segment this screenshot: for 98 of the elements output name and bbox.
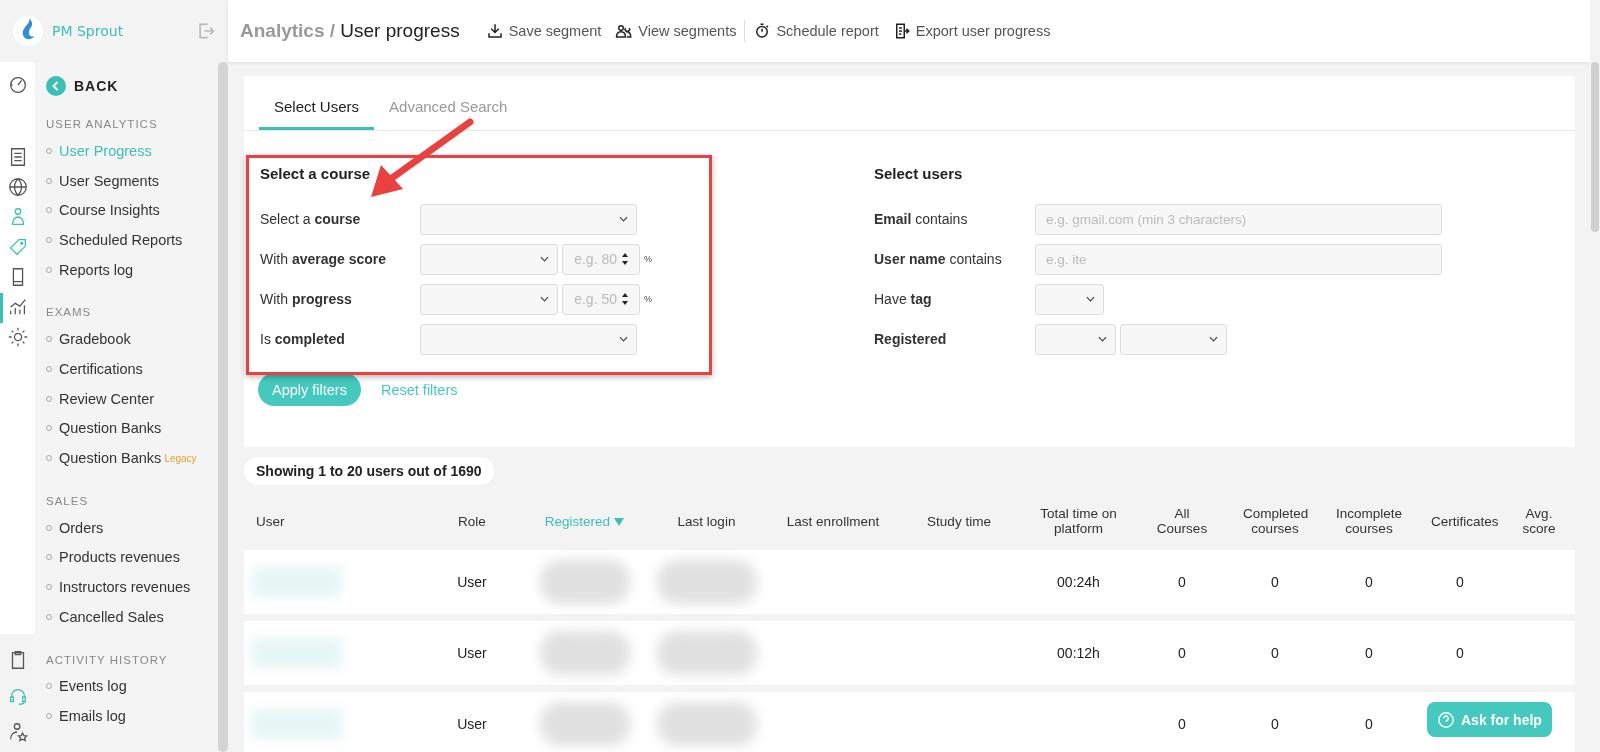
menu-item[interactable]: Gradebook [46, 324, 218, 355]
people-icon [615, 22, 634, 40]
unit-label: % [644, 294, 652, 304]
scrollbar-thumb[interactable] [1591, 62, 1599, 232]
menu-item[interactable]: Cancelled Sales [46, 601, 218, 632]
number-input[interactable]: e.g. 80 [567, 251, 617, 267]
table-cell: 0 [1271, 645, 1279, 661]
menu-item[interactable]: Orders [46, 512, 218, 543]
help-icon [1437, 710, 1455, 729]
table-cell: 0 [1178, 645, 1186, 661]
result-count: Showing 1 to 20 users out of 1690 [244, 457, 494, 485]
number-field[interactable]: e.g. 80 [562, 243, 640, 275]
menu-item[interactable]: Review Center [46, 383, 218, 414]
section-heading: EXAMS [46, 306, 93, 319]
chevron-down-icon [1098, 336, 1107, 342]
chevron-down-icon [1209, 336, 1218, 342]
column-header[interactable]: All Courses [1135, 507, 1229, 537]
table-cell: User [457, 574, 487, 590]
table-cell: 0 [1178, 716, 1186, 732]
menu-item[interactable]: Reports log [46, 254, 218, 285]
menu-item[interactable]: Products revenues [46, 542, 218, 573]
menu-item[interactable]: Question Banks [46, 413, 218, 444]
scrollbar-thumb[interactable] [218, 62, 228, 752]
text-field[interactable]: e.g. ite [1035, 243, 1442, 275]
field-label: Registered [874, 331, 948, 347]
back-link[interactable]: BACK [46, 76, 218, 96]
field-label: With progress [260, 291, 353, 307]
text-field[interactable]: e.g. gmail.com (min 3 characters) [1035, 203, 1442, 235]
dropdown[interactable] [1120, 323, 1227, 355]
toolbar-button[interactable]: View segments [615, 22, 737, 40]
tab[interactable]: Select Users [259, 98, 375, 130]
logout-icon[interactable] [196, 21, 216, 41]
dropdown[interactable] [1035, 323, 1116, 355]
unit-label: % [644, 254, 652, 264]
column-header[interactable]: Role [418, 514, 526, 530]
field-label: Email contains [874, 211, 969, 227]
spinner-arrows-icon[interactable] [621, 252, 629, 266]
dropdown[interactable] [420, 283, 558, 315]
column-header[interactable]: Completed courses [1229, 507, 1321, 537]
chevron-down-icon [540, 296, 549, 302]
field-label: Is completed [260, 331, 346, 347]
table-cell: 0 [1456, 645, 1464, 661]
menu-item[interactable]: User Segments [46, 165, 218, 196]
chevron-down-icon [619, 216, 628, 222]
field-label: Select a course [260, 211, 362, 227]
table-cell: 0 [1365, 645, 1373, 661]
menu-item[interactable]: Emails log [46, 701, 218, 731]
table-cell: 00:12h [1057, 645, 1100, 661]
column-header[interactable]: Total time on platform [1022, 507, 1135, 537]
download-icon [485, 22, 504, 40]
toolbar-button[interactable]: Schedule report [753, 22, 879, 40]
field-label: Have tag [874, 291, 933, 307]
table-row[interactable]: User 00:12h 0 0 0 0 [244, 621, 1575, 685]
dropdown[interactable] [420, 323, 637, 355]
section-title: Select users [874, 165, 964, 182]
table-cell: 00:24h [1057, 574, 1100, 590]
dropdown[interactable] [420, 203, 637, 235]
section-title: Select a course [260, 165, 372, 182]
chevron-down-icon [540, 256, 549, 262]
table-cell: 0 [1271, 574, 1279, 590]
field-label: With average score [260, 251, 388, 267]
chevron-down-icon [619, 336, 628, 342]
column-header[interactable]: Certificates [1417, 514, 1503, 530]
table-cell: User [457, 716, 487, 732]
menu-item[interactable]: Course Insights [46, 195, 218, 226]
spinner-arrows-icon[interactable] [621, 292, 629, 306]
column-header[interactable]: User [244, 514, 418, 530]
menu-item[interactable]: Instructors revenues [46, 572, 218, 602]
section-heading: SALES [46, 494, 90, 507]
menu-item[interactable]: Events log [46, 671, 218, 702]
dropdown[interactable] [420, 243, 558, 275]
table-cell: 0 [1365, 574, 1373, 590]
table-cell: 0 [1365, 716, 1373, 732]
column-header[interactable]: Last enrollment [770, 514, 896, 530]
number-input[interactable]: e.g. 50 [567, 291, 617, 307]
menu-item[interactable]: Question Banks Legacy [46, 443, 218, 473]
menu-item[interactable]: Certifications [46, 354, 218, 384]
number-field[interactable]: e.g. 50 [562, 283, 640, 315]
column-header[interactable]: Study time [896, 514, 1022, 530]
menu-item[interactable]: Scheduled Reports [46, 225, 218, 255]
field-label: User name contains [874, 251, 1003, 267]
column-header[interactable]: Incomplete courses [1321, 507, 1417, 537]
table-cell: User [457, 645, 487, 661]
table-cell: 0 [1178, 574, 1186, 590]
dropdown[interactable] [1035, 283, 1104, 315]
table-cell: 0 [1271, 716, 1279, 732]
sort-down-icon[interactable] [614, 517, 625, 526]
table-cell: 0 [1456, 574, 1464, 590]
column-header[interactable]: Last login [643, 514, 770, 530]
toolbar-button[interactable]: Save segment [485, 22, 602, 40]
section-heading: USER ANALYTICS [46, 118, 159, 130]
flame-logo-icon [12, 15, 44, 47]
toolbar-button[interactable]: Export user progress [892, 22, 1051, 40]
chevron-down-icon [1086, 296, 1095, 302]
table-row[interactable]: User 00:24h 0 0 0 0 [244, 550, 1575, 614]
page-title: User progress [340, 20, 460, 41]
section-heading: ACTIVITY HISTORY [46, 653, 169, 666]
column-header[interactable]: Avg. score [1503, 507, 1575, 537]
